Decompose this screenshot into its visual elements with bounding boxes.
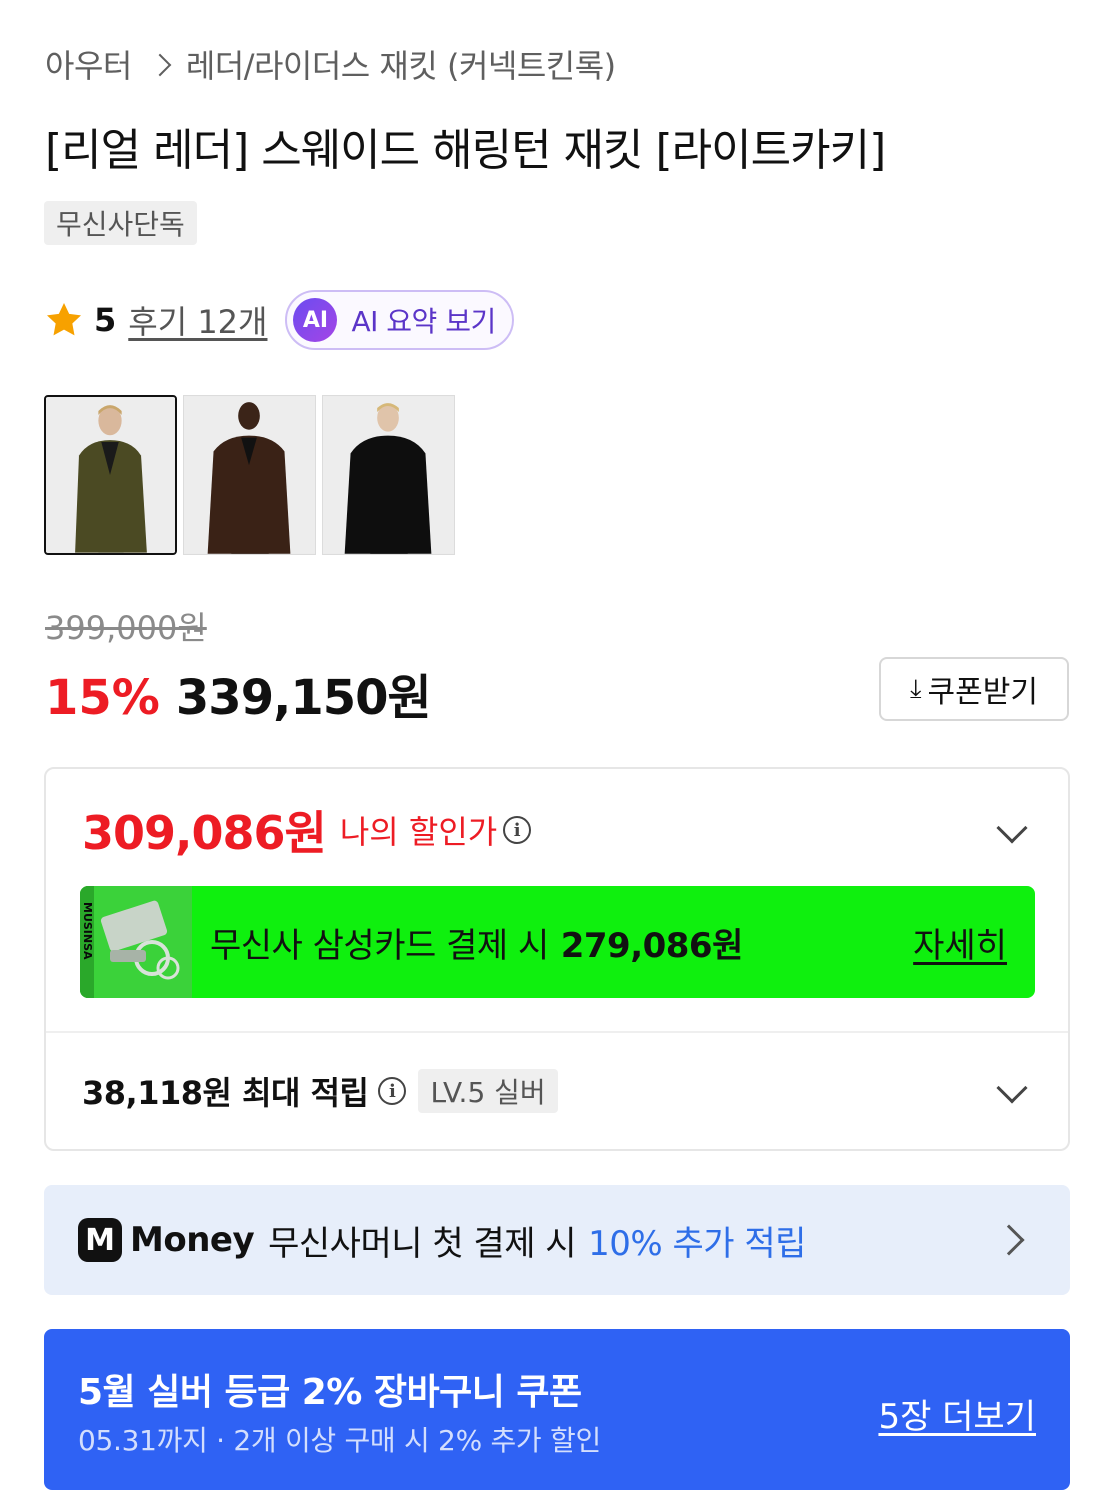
breadcrumb-subcategory[interactable]: 레더/라이더스 재킷 (커넥트킨록) [186, 41, 616, 87]
coupon-button-label: 쿠폰받기 [927, 675, 1038, 710]
thumbnail-2[interactable] [183, 395, 316, 555]
breadcrumb-category[interactable]: 아우터 [45, 41, 132, 87]
max-points-text: 38,118원 최대 적립 [82, 1074, 369, 1112]
rating-row: 5 후기 12개 AI AI 요약 보기 [44, 290, 514, 350]
coupon-download-button[interactable]: ⤓ 쿠폰받기 [879, 657, 1069, 721]
money-text: 무신사머니 첫 결제 시 [268, 1223, 577, 1264]
thumbnail-1[interactable] [44, 395, 177, 555]
chevron-right-icon [148, 53, 172, 77]
ai-summary-button[interactable]: AI AI 요약 보기 [285, 290, 514, 350]
model-black-jacket-image [323, 396, 454, 554]
thumbnail-gallery [44, 395, 455, 555]
star-icon [47, 303, 81, 336]
info-icon[interactable]: i [503, 816, 532, 844]
chevron-down-icon[interactable] [996, 812, 1028, 844]
ai-summary-label: AI 요약 보기 [351, 305, 496, 338]
money-brand: Money [130, 1220, 255, 1260]
benefit-card: 309,086원 나의 할인가 i MUSINSA 무신사 삼성카드 결제 시 … [44, 767, 1070, 1151]
review-link[interactable]: 후기 12개 [128, 297, 267, 343]
samsung-card-text: 무신사 삼성카드 결제 시 279,086원 [210, 886, 743, 998]
coupon-banner-title: 5월 실버 등급 2% 장바구니 쿠폰 [78, 1372, 582, 1413]
musinsa-card-image: MUSINSA [80, 886, 192, 998]
money-logo-icon: M [78, 1218, 122, 1262]
original-price: 399,000원 [45, 609, 207, 647]
model-khaki-jacket-image [46, 397, 175, 553]
samsung-detail-link[interactable]: 자세히 [913, 886, 1007, 998]
my-price-label: 나의 할인가 [339, 813, 498, 851]
download-icon: ⤓ [910, 673, 922, 704]
ai-icon: AI [293, 298, 338, 342]
thumbnail-3[interactable] [322, 395, 455, 555]
coupon-banner-subtitle: 05.31까지 · 2개 이상 구매 시 2% 추가 할인 [78, 1424, 601, 1457]
info-icon[interactable]: i [378, 1077, 407, 1105]
divider [46, 1031, 1068, 1033]
chevron-down-icon[interactable] [996, 1072, 1028, 1104]
cart-coupon-banner[interactable]: 5월 실버 등급 2% 장바구니 쿠폰 05.31까지 · 2개 이상 구매 시… [44, 1329, 1070, 1490]
product-title: [리얼 레더] 스웨이드 해링턴 재킷 [라이트카키] [45, 125, 886, 176]
sale-price: 339,150원 [175, 670, 432, 726]
samsung-card-price: 279,086원 [560, 925, 744, 966]
samsung-card-label: 무신사 삼성카드 결제 시 [210, 925, 549, 966]
level-badge: LV.5 실버 [418, 1069, 558, 1113]
exclusive-badge: 무신사단독 [44, 201, 197, 245]
discount-rate: 15% [45, 670, 160, 726]
money-highlight: 10% 추가 적립 [588, 1223, 806, 1264]
price-row: 15% 339,150원 [45, 658, 432, 728]
samsung-card-banner[interactable]: MUSINSA 무신사 삼성카드 결제 시 279,086원 자세히 [80, 886, 1035, 998]
my-discount-price: 309,086원 [82, 806, 327, 860]
points-row[interactable]: 38,118원 최대 적립 i LV.5 실버 [82, 1065, 558, 1117]
svg-text:MUSINSA: MUSINSA [81, 902, 94, 960]
musinsa-money-banner[interactable]: M Money 무신사머니 첫 결제 시 10% 추가 적립 [44, 1185, 1070, 1295]
chevron-right-icon [993, 1224, 1025, 1256]
rating-score: 5 [94, 301, 117, 339]
more-coupons-link[interactable]: 5장 더보기 [878, 1389, 1036, 1438]
breadcrumb: 아우터 레더/라이더스 재킷 (커넥트킨록) [45, 42, 616, 86]
my-price-row[interactable]: 309,086원 나의 할인가 i [82, 797, 532, 863]
model-brown-jacket-image [184, 396, 315, 554]
